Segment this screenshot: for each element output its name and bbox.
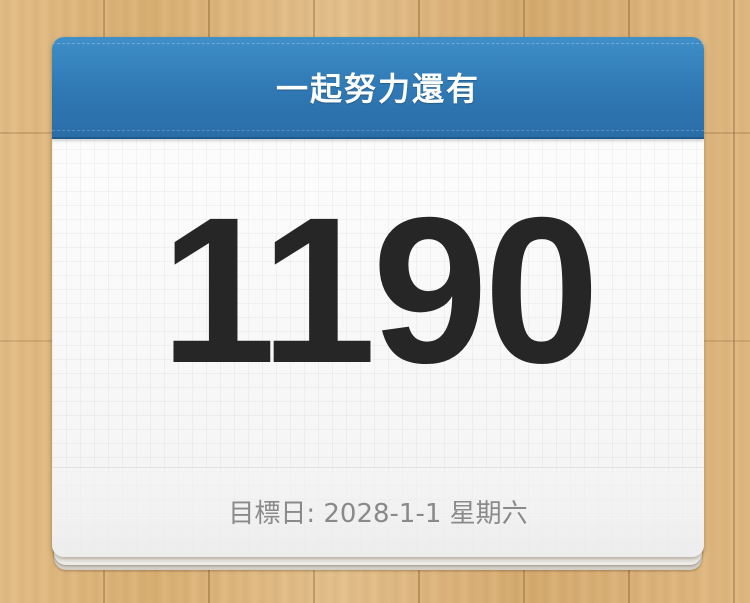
calendar-footer: 目標日: 2028-1-1 星期六 — [52, 467, 704, 557]
header-title: 一起努力還有 — [275, 70, 480, 108]
calendar-page: 一起努力還有 1190 目標日: 2028-1-1 星期六 — [52, 37, 704, 557]
target-date-label: 目標日: 2028-1-1 星期六 — [228, 499, 528, 529]
days-remaining-number: 1190 — [160, 175, 599, 407]
countdown-calendar-card[interactable]: 一起努力還有 1190 目標日: 2028-1-1 星期六 — [52, 37, 704, 570]
calendar-header: 一起努力還有 — [52, 37, 704, 139]
